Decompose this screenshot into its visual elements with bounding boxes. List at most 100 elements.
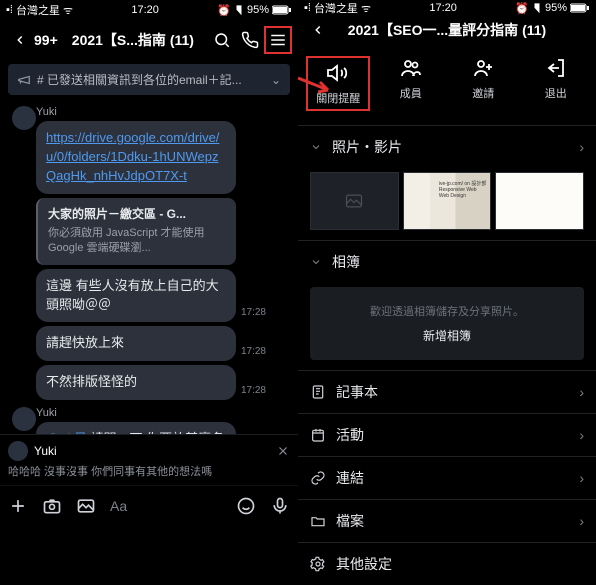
other-label: 其他設定 — [336, 554, 392, 574]
wifi-icon: ᯤ — [63, 3, 73, 18]
emoji-button[interactable] — [236, 496, 256, 516]
carrier-label: 台灣之星 — [314, 0, 358, 16]
message-bubble[interactable]: 請趕快放上來 17:28 — [36, 326, 236, 361]
clock: 17:20 — [429, 2, 457, 14]
message-text: 這邊 有些人沒有放上自己的大頭照呦＠＠ — [46, 278, 219, 312]
sender-name: Yuki — [36, 407, 292, 419]
menu-navbar: 2021【SEO一...量評分指南 (11) — [298, 16, 596, 44]
calendar-icon — [310, 427, 326, 443]
activity-label: 活動 — [336, 425, 364, 445]
links-section[interactable]: 連結 › — [298, 456, 596, 499]
megaphone-icon — [17, 73, 31, 87]
album-section[interactable]: 相簿 — [298, 240, 596, 283]
signal-icon: ▪⁞ — [6, 4, 13, 16]
link-preview-card[interactable]: 大家的照片－繳交區 - G... 你必須啟用 JavaScript 才能使用 G… — [36, 198, 236, 265]
invite-label: 邀請 — [472, 85, 494, 101]
message-link[interactable]: https://drive.google.com/drive/u/0/folde… — [36, 121, 236, 194]
back-button[interactable] — [6, 26, 34, 54]
notes-icon — [310, 384, 326, 400]
members-label: 成員 — [400, 85, 422, 101]
mention[interactable]: @Yi 易 — [46, 431, 87, 434]
album-empty: 歡迎透過相簿儲存及分享照片。 新增相簿 — [310, 287, 584, 360]
create-album-button[interactable]: 新增相簿 — [320, 327, 574, 344]
card-title: 大家的照片－繳交區 - G... — [48, 206, 226, 223]
notes-label: 記事本 — [336, 382, 378, 402]
activity-section[interactable]: 活動 › — [298, 413, 596, 456]
call-button[interactable] — [236, 26, 264, 54]
thumbnail[interactable] — [495, 172, 584, 230]
card-subtitle: 你必須啟用 JavaScript 才能使用 Google 雲端硬碟瀏... — [48, 226, 226, 257]
battery-label: 95% — [545, 2, 567, 14]
thumbnail[interactable]: ive-jp.com/ on 設計部Responsive WebWeb Desi… — [403, 172, 492, 230]
chevron-right-icon: › — [579, 139, 584, 155]
invite-button[interactable]: 邀請 — [451, 56, 515, 111]
text-input[interactable]: Aa — [110, 498, 222, 514]
battery-icon — [234, 5, 244, 15]
chat-title: 2021【S...指南 (11) — [58, 30, 208, 50]
album-label: 相簿 — [332, 252, 360, 272]
menu-button[interactable] — [264, 26, 292, 54]
reply-message: 哈哈哈 沒事沒事 你們同事有其他的想法嗎 — [8, 463, 290, 479]
pinned-notice[interactable]: # 已發送相關資訊到各位的email＋記... ⌄ — [8, 64, 290, 95]
link-icon — [310, 470, 326, 486]
avatar — [8, 441, 28, 461]
drive-link[interactable]: https://drive.google.com/drive/u/0/folde… — [46, 130, 219, 183]
other-section[interactable]: 其他設定 — [298, 542, 596, 585]
carrier-label: 台灣之星 — [16, 2, 60, 18]
gallery-button[interactable] — [76, 496, 96, 516]
links-label: 連結 — [336, 468, 364, 488]
unread-badge: 99+ — [34, 32, 58, 48]
chevron-right-icon: › — [579, 470, 584, 486]
message-time: 17:28 — [241, 345, 266, 360]
files-section[interactable]: 檔案 › — [298, 499, 596, 542]
folder-icon — [310, 513, 326, 529]
leave-button[interactable]: 退出 — [524, 56, 588, 111]
chevron-down-icon[interactable]: ⌄ — [271, 73, 281, 87]
photos-section[interactable]: 照片・影片 › — [298, 125, 596, 168]
battery-shape-icon — [570, 3, 590, 13]
mic-button[interactable] — [270, 496, 290, 516]
chevron-right-icon: › — [579, 427, 584, 443]
chat-scroll[interactable]: Yuki https://drive.google.com/drive/u/0/… — [0, 99, 298, 434]
chevron-down-icon — [310, 141, 322, 153]
message-time: 17:28 — [241, 306, 266, 321]
menu-title: 2021【SEO一...量評分指南 (11) — [332, 20, 562, 40]
action-row: 關閉提醒 成員 邀請 退出 — [298, 44, 596, 125]
menu-screen: ▪⁞ 台灣之星 ᯤ 17:20 ⏰ 95% 2021【SEO一...量評分指南 … — [298, 0, 596, 525]
photos-label: 照片・影片 — [332, 137, 402, 157]
message-text: 不然排版怪怪的 — [46, 374, 137, 389]
files-label: 檔案 — [336, 511, 364, 531]
battery-icon — [532, 3, 542, 13]
signal-icon: ▪⁞ — [304, 2, 311, 14]
message-bubble[interactable]: @Yi 易 請問一下 你要放甚麼名稱再上面呀＠＠ 17:30 — [36, 422, 236, 434]
chat-screen: ▪⁞ 台灣之星 ᯤ 17:20 ⏰ 95% 99+ 2021【S...指南 (1… — [0, 0, 298, 525]
chevron-right-icon: › — [579, 384, 584, 400]
wifi-icon: ᯤ — [361, 1, 371, 16]
avatar[interactable] — [12, 407, 36, 431]
close-icon[interactable] — [276, 444, 290, 458]
search-button[interactable] — [208, 26, 236, 54]
input-toolbar: Aa — [0, 485, 298, 525]
battery-label: 95% — [247, 4, 269, 16]
avatar[interactable] — [12, 106, 36, 130]
add-button[interactable] — [8, 496, 28, 516]
notice-text: # 已發送相關資訊到各位的email＋記... — [37, 71, 242, 88]
message-bubble[interactable]: 不然排版怪怪的 17:28 — [36, 365, 236, 400]
notes-section[interactable]: 記事本 › — [298, 370, 596, 413]
gear-icon — [310, 556, 326, 572]
thumbnail[interactable] — [310, 172, 399, 230]
alarm-icon: ⏰ — [217, 4, 231, 17]
photo-thumbnails: ive-jp.com/ on 設計部Responsive WebWeb Desi… — [298, 168, 596, 240]
chevron-right-icon: › — [579, 513, 584, 529]
battery-shape-icon — [272, 5, 292, 15]
sender-name: Yuki — [36, 106, 292, 118]
members-button[interactable]: 成員 — [379, 56, 443, 111]
statusbar: ▪⁞ 台灣之星 ᯤ 17:20 ⏰ 95% — [0, 0, 298, 20]
back-button[interactable] — [304, 16, 332, 44]
camera-button[interactable] — [42, 496, 62, 516]
reply-preview: Yuki 哈哈哈 沒事沒事 你們同事有其他的想法嗎 — [0, 434, 298, 485]
chat-navbar: 99+ 2021【S...指南 (11) — [0, 20, 298, 60]
message-bubble[interactable]: 這邊 有些人沒有放上自己的大頭照呦＠＠ 17:28 — [36, 269, 236, 323]
annotation-arrow — [296, 72, 340, 102]
album-hint: 歡迎透過相簿儲存及分享照片。 — [320, 303, 574, 319]
